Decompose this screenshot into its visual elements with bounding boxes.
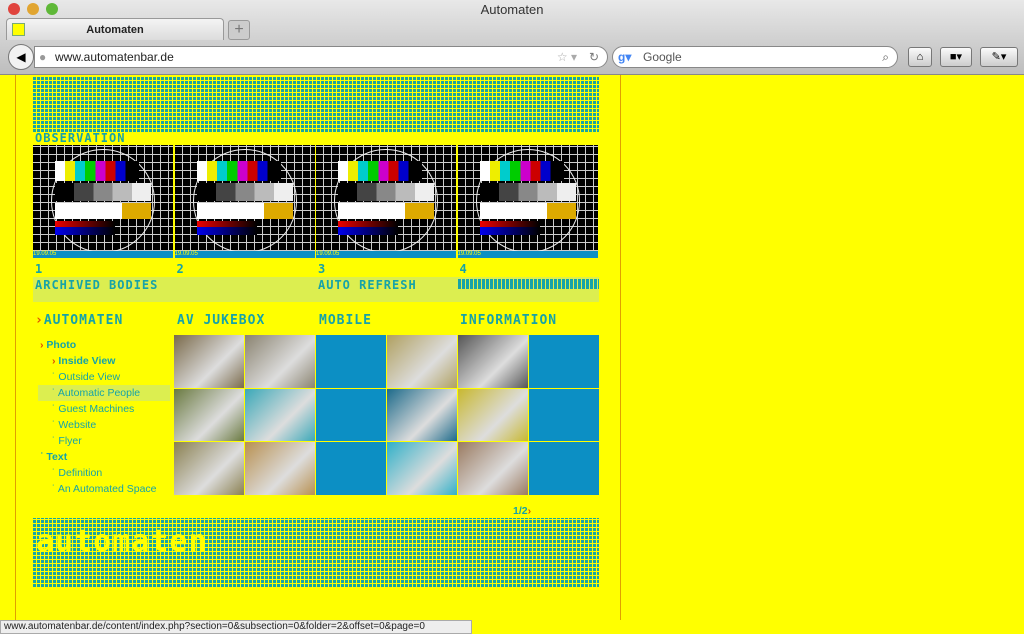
back-button[interactable]: ◀ xyxy=(8,44,34,70)
page-indicator: 1/2 xyxy=(513,505,528,517)
photo-thumbnail[interactable] xyxy=(458,388,528,442)
sidebar-item-label: Website xyxy=(58,419,97,431)
sidebar-item-label: Photo xyxy=(46,339,77,351)
sidebar-item-label: Automatic People xyxy=(57,387,141,399)
empty-cell xyxy=(529,388,599,442)
observation-label: OBSERVATION xyxy=(35,131,126,145)
bullet-icon: › xyxy=(52,355,56,367)
bullet-icon: ˙ xyxy=(52,419,56,431)
empty-cell xyxy=(316,388,386,442)
bullet-icon: › xyxy=(40,339,44,351)
next-arrow-icon[interactable]: › xyxy=(528,505,532,517)
reload-icon[interactable]: ↻ xyxy=(589,47,599,67)
sidebar-item[interactable]: › Inside View xyxy=(38,353,170,369)
home-button[interactable]: ⌂ xyxy=(908,47,932,67)
camera-feed[interactable]: 19.09.05 xyxy=(174,145,315,258)
photo-thumbnail[interactable] xyxy=(245,335,315,388)
camera-date: 19.09.05 xyxy=(33,251,173,258)
sidebar-nav: › Photo › Inside View ˙ Outside View ˙ Auto… xyxy=(38,337,170,497)
sidebar-item[interactable]: ˙ Text xyxy=(38,449,170,465)
sidebar-item-label: Outside View xyxy=(58,371,121,383)
menu-av-jukebox[interactable]: AV JUKEBOX xyxy=(177,313,265,328)
sidebar-item-label: Definition xyxy=(58,467,103,479)
menu-mobile[interactable]: MOBILE xyxy=(319,313,372,328)
camera-feed[interactable]: 19.09.05 xyxy=(316,145,456,258)
bullet-icon: ˙ xyxy=(52,483,56,495)
camera-feed[interactable]: 19.09.05 xyxy=(457,145,598,258)
photo-thumbnail[interactable] xyxy=(245,388,315,442)
google-icon: g▾ xyxy=(618,50,632,64)
photo-thumbnail[interactable] xyxy=(387,335,457,388)
top-banner xyxy=(33,76,599,132)
archived-bodies-link[interactable]: ARCHIVED BODIES xyxy=(35,278,158,292)
bullet-icon: ˙ xyxy=(52,371,56,383)
menu-information[interactable]: INFORMATION xyxy=(460,313,557,328)
divider xyxy=(15,75,16,620)
camera-number[interactable]: 3 xyxy=(318,262,326,276)
browser-chrome: Automaten Automaten + ◀ ● www.automatenba… xyxy=(0,0,1024,75)
tab-label: Automaten xyxy=(86,24,144,36)
refresh-progress-bar xyxy=(458,279,599,289)
automaten-logo: automaten xyxy=(36,524,208,559)
window-title: Automaten xyxy=(480,2,544,17)
address-bar[interactable]: ● www.automatenbar.de ☆ ▾ ↻ xyxy=(34,46,608,68)
photo-thumbnail[interactable] xyxy=(458,442,528,495)
empty-cell xyxy=(529,335,599,388)
sidebar-item[interactable]: ˙ Definition xyxy=(38,465,170,481)
search-placeholder: Google xyxy=(643,50,682,64)
photo-thumbnail[interactable] xyxy=(387,388,457,442)
bookmark-star-icon[interactable]: ☆ ▾ xyxy=(557,47,577,67)
camera-date: 19.09.05 xyxy=(457,251,598,258)
divider xyxy=(620,75,621,620)
sidebar-item-label: Guest Machines xyxy=(58,403,135,415)
sidebar-item-label: Flyer xyxy=(58,435,82,447)
sidebar-item-label: Text xyxy=(46,451,68,463)
bullet-icon: ˙ xyxy=(52,467,56,479)
status-bar: www.automatenbar.de/content/index.php?se… xyxy=(0,620,472,634)
bullet-icon: ˙ xyxy=(40,451,44,463)
camera-number[interactable]: 2 xyxy=(177,262,185,276)
pagination[interactable]: 1/2› xyxy=(513,505,531,517)
photo-thumbnail[interactable] xyxy=(458,335,528,388)
sidebar-item-label: Inside View xyxy=(58,355,116,367)
empty-cell xyxy=(529,442,599,495)
photo-thumbnail[interactable] xyxy=(174,388,244,442)
sidebar-item-label: An Automated Space xyxy=(57,483,157,495)
tab-automaten[interactable]: Automaten xyxy=(6,18,224,40)
bookmarks-button[interactable]: ■▾ xyxy=(940,47,972,67)
auto-refresh-link[interactable]: AUTO REFRESH xyxy=(318,278,417,292)
camera-feed[interactable]: 19.09.05 xyxy=(33,145,173,258)
photo-thumbnail[interactable] xyxy=(245,442,315,495)
url-text: www.automatenbar.de xyxy=(55,50,174,64)
empty-cell xyxy=(316,335,386,388)
camera-date: 19.09.05 xyxy=(174,251,315,258)
globe-icon: ● xyxy=(39,50,47,64)
search-icon[interactable]: ⌕ xyxy=(882,47,889,67)
sidebar-item[interactable]: ˙ An Automated Space xyxy=(38,481,170,497)
menu-automaten[interactable]: ›AUTOMATEN xyxy=(35,313,123,328)
sidebar-item[interactable]: ˙ Flyer xyxy=(38,433,170,449)
bullet-icon: ˙ xyxy=(52,403,56,415)
search-input[interactable]: g▾ Google ⌕ xyxy=(612,46,898,68)
favicon-icon xyxy=(12,23,25,36)
bullet-icon: ˙ xyxy=(52,387,56,399)
sidebar-item[interactable]: ˙ Website xyxy=(38,417,170,433)
sidebar-item[interactable]: › Photo xyxy=(38,337,170,353)
photo-thumbnail[interactable] xyxy=(174,442,244,495)
photo-thumbnail[interactable] xyxy=(174,335,244,388)
camera-date: 19.09.05 xyxy=(316,251,456,258)
sidebar-item[interactable]: ˙ Automatic People xyxy=(38,385,170,401)
tools-button[interactable]: ✎▾ xyxy=(980,47,1018,67)
sidebar-item[interactable]: ˙ Guest Machines xyxy=(38,401,170,417)
camera-number[interactable]: 1 xyxy=(35,262,43,276)
camera-number[interactable]: 4 xyxy=(460,262,468,276)
sidebar-item[interactable]: ˙ Outside View xyxy=(38,369,170,385)
new-tab-button[interactable]: + xyxy=(228,20,250,40)
arrow-icon: › xyxy=(35,313,44,328)
bullet-icon: ˙ xyxy=(52,435,56,447)
empty-cell xyxy=(316,442,386,495)
photo-thumbnail[interactable] xyxy=(387,442,457,495)
photo-grid xyxy=(174,335,599,495)
